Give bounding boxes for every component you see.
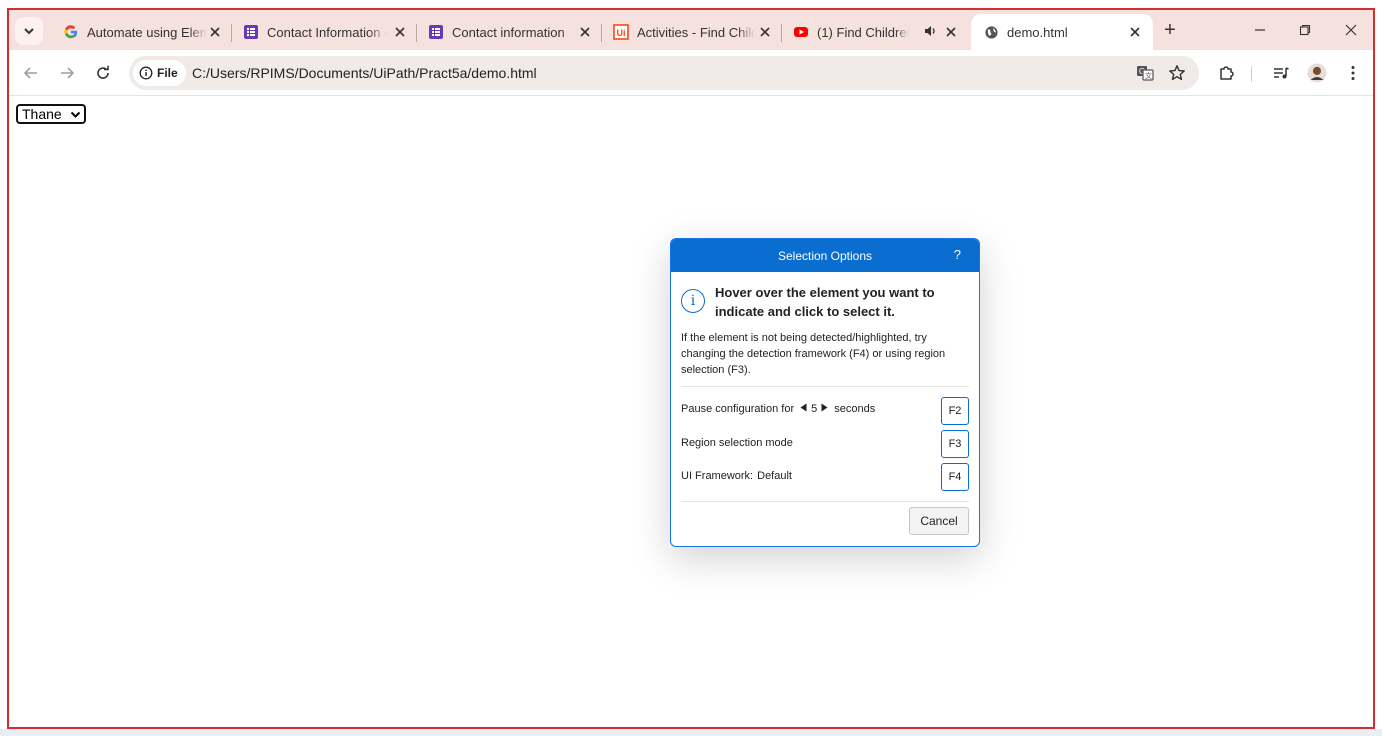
pause-seconds-value[interactable]: 5: [811, 403, 817, 415]
tab-title: (1) Find Children: [817, 24, 909, 40]
restore-button[interactable]: [1293, 18, 1317, 42]
minimize-button[interactable]: [1248, 18, 1272, 42]
site-chip-label: File: [157, 66, 178, 80]
pause-unit-label: seconds: [834, 403, 876, 415]
close-icon[interactable]: [943, 24, 959, 40]
pause-configuration-row: Pause configuration for 5 seconds: [681, 403, 875, 415]
info-icon: i: [681, 289, 705, 313]
youtube-icon: [793, 24, 809, 40]
decrease-seconds-button[interactable]: [800, 403, 807, 415]
dialog-description: If the element is not being detected/hig…: [681, 332, 946, 376]
reload-icon: [97, 65, 109, 79]
site-info-chip[interactable]: File: [133, 60, 186, 86]
more-vertical-icon: [1351, 66, 1355, 80]
svg-text:Ui: Ui: [617, 28, 626, 38]
uipath-icon: Ui: [613, 24, 629, 40]
svg-text:文: 文: [1145, 71, 1152, 80]
playlist-icon: [1274, 67, 1289, 79]
translate-icon: G文: [1137, 66, 1154, 81]
ui-framework-label: UI Framework:: [681, 470, 754, 482]
tab-uipath-activities[interactable]: Ui Activities - Find Child: [603, 14, 783, 50]
tab-demo-html[interactable]: demo.html: [971, 14, 1153, 50]
help-button[interactable]: ?: [954, 247, 961, 262]
triangle-right-icon: [821, 403, 828, 412]
framework-hotkey-f4[interactable]: F4: [941, 463, 969, 491]
forms-icon: [428, 24, 444, 40]
tab-divider: [601, 24, 602, 42]
tab-search-button[interactable]: [15, 17, 43, 45]
tab-title: Activities - Find Child: [637, 24, 755, 40]
bookmark-button[interactable]: [1165, 61, 1189, 85]
browser-menu-button[interactable]: [1341, 61, 1365, 85]
tab-title: Contact Information -: [267, 24, 387, 40]
media-controls-button[interactable]: [1269, 61, 1293, 85]
city-select-value: Thane: [22, 106, 62, 122]
forms-icon: [243, 24, 259, 40]
close-icon[interactable]: [1127, 24, 1143, 40]
tab-divider: [781, 24, 782, 42]
tab-title: Automate using Elem: [87, 24, 207, 40]
info-icon: [139, 66, 153, 80]
profile-avatar[interactable]: [1305, 61, 1329, 85]
avatar-icon: [1307, 63, 1327, 83]
dialog-title: Selection Options: [777, 248, 873, 263]
minimize-icon: [1255, 29, 1265, 31]
close-icon[interactable]: [757, 24, 773, 40]
region-selection-label: Region selection mode: [681, 437, 793, 449]
pause-hotkey-f2[interactable]: F2: [941, 397, 969, 425]
forward-button[interactable]: [55, 61, 79, 85]
dialog-heading: Hover over the element you want to indic…: [715, 285, 935, 319]
address-bar[interactable]: File C:/Users/RPIMS/Documents/UiPath/Pra…: [129, 56, 1199, 90]
reload-button[interactable]: [91, 61, 115, 85]
close-icon[interactable]: [392, 24, 408, 40]
dialog-header: Selection Options ?: [671, 239, 979, 272]
tab-title: Contact information: [452, 24, 565, 40]
plus-icon: +: [1164, 19, 1176, 41]
close-icon[interactable]: [577, 24, 593, 40]
tab-youtube[interactable]: (1) Find Children: [783, 14, 969, 50]
tab-automate[interactable]: Automate using Elem: [53, 14, 233, 50]
divider: [681, 501, 969, 502]
selection-options-dialog: Selection Options ? i Hover over the ele…: [670, 238, 980, 547]
globe-icon: [983, 24, 999, 40]
close-icon[interactable]: [207, 24, 223, 40]
tab-contact-information-2[interactable]: Contact information: [418, 14, 603, 50]
extensions-button[interactable]: [1215, 61, 1239, 85]
tab-strip: Automate using Elem Contact Information …: [9, 10, 1373, 50]
city-select[interactable]: Thane: [16, 104, 86, 124]
close-icon: [1345, 24, 1357, 36]
chevron-down-icon: [70, 111, 81, 118]
triangle-left-icon: [800, 403, 807, 412]
arrow-right-icon: [61, 67, 75, 79]
ui-framework-value: Default: [757, 470, 792, 482]
back-button[interactable]: [19, 61, 43, 85]
page-content: Thane Selection Options ? i Hover over t…: [9, 96, 1373, 727]
arrow-left-icon: [23, 67, 37, 79]
new-tab-button[interactable]: +: [1158, 18, 1182, 42]
tab-divider: [231, 24, 232, 42]
cancel-button[interactable]: Cancel: [909, 507, 969, 535]
region-hotkey-f3[interactable]: F3: [941, 430, 969, 458]
tab-title: demo.html: [1007, 24, 1068, 40]
puzzle-icon: [1220, 66, 1234, 80]
star-icon: [1169, 65, 1185, 81]
tab-divider: [416, 24, 417, 42]
increase-seconds-button[interactable]: [821, 403, 828, 415]
region-selection-row: Region selection mode: [681, 437, 793, 449]
close-window-button[interactable]: [1339, 18, 1363, 42]
divider: [681, 386, 969, 387]
taskbar-strip: [0, 729, 1382, 736]
restore-icon: [1299, 24, 1311, 36]
ui-framework-row: UI Framework: Default: [681, 470, 792, 482]
translate-button[interactable]: G文: [1133, 61, 1157, 85]
pause-label: Pause configuration for: [681, 403, 795, 415]
tab-contact-information-1[interactable]: Contact Information -: [233, 14, 418, 50]
toolbar-divider: [1251, 66, 1252, 82]
browser-window: Automate using Elem Contact Information …: [7, 8, 1375, 729]
google-icon: [63, 24, 79, 40]
browser-toolbar: File C:/Users/RPIMS/Documents/UiPath/Pra…: [9, 50, 1373, 96]
chevron-down-icon: [24, 28, 34, 35]
speaker-icon[interactable]: [923, 24, 937, 41]
url-text[interactable]: C:/Users/RPIMS/Documents/UiPath/Pract5a/…: [192, 65, 537, 81]
